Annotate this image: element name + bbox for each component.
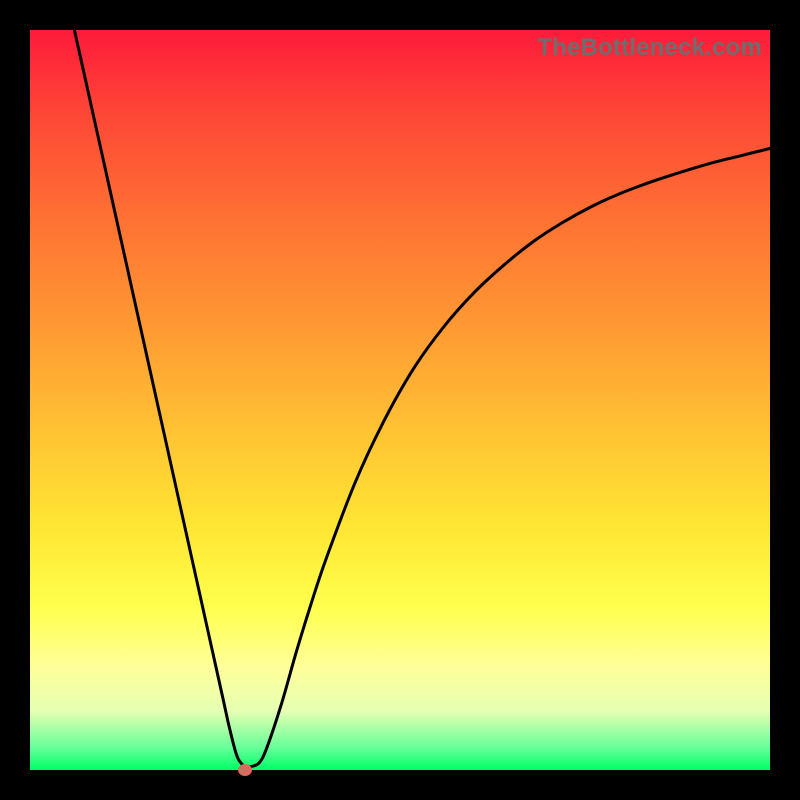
- bottleneck-curve: [74, 30, 770, 767]
- curve-svg: [30, 30, 770, 770]
- minimum-marker: [238, 764, 252, 776]
- plot-area: TheBottleneck.com: [30, 30, 770, 770]
- chart-frame: TheBottleneck.com: [0, 0, 800, 800]
